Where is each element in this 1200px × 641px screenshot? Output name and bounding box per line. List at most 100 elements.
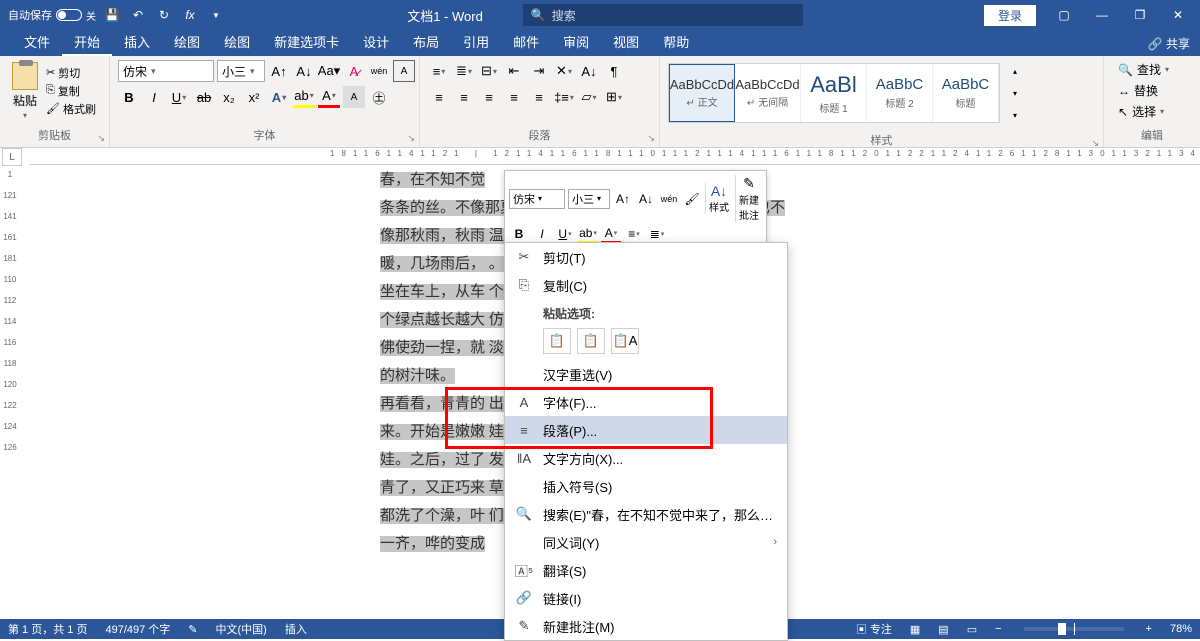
shading-icon[interactable]: ▱: [578, 86, 600, 108]
find-button[interactable]: 🔍查找 ▾: [1118, 61, 1169, 78]
tab-home[interactable]: 开始: [62, 30, 112, 56]
cm-translate[interactable]: 🄰⁵翻译(S): [505, 556, 787, 584]
font-size-combo[interactable]: 小三▾: [217, 60, 265, 82]
mini-styles-button[interactable]: A↓样式: [705, 183, 732, 214]
mini-highlight-icon[interactable]: ab: [578, 224, 598, 244]
align-center-icon[interactable]: ≡: [453, 86, 475, 108]
login-button[interactable]: 登录: [984, 5, 1036, 26]
sb-proofing-icon[interactable]: ✎: [186, 623, 199, 636]
horizontal-ruler[interactable]: 181161141121 | 1211411611811101112111411…: [30, 149, 1200, 165]
italic-icon[interactable]: I: [143, 86, 165, 108]
mini-font-name-combo[interactable]: 仿宋▾: [509, 189, 565, 209]
mini-italic-icon[interactable]: I: [532, 224, 552, 244]
tab-review[interactable]: 审阅: [551, 30, 601, 56]
style-item[interactable]: AaBbC标题 2: [867, 64, 933, 122]
cm-link[interactable]: 🔗链接(I): [505, 584, 787, 612]
font-color-icon[interactable]: A: [318, 86, 340, 108]
highlight-icon[interactable]: ab: [293, 86, 315, 108]
sb-zoom-value[interactable]: 78%: [1168, 623, 1194, 635]
vertical-ruler[interactable]: 1121141161181110112114116118120122124126: [0, 166, 20, 619]
numbering-icon[interactable]: ≣: [453, 60, 475, 82]
cm-search[interactable]: 🔍搜索(E)"春，在不知不觉中来了，那么快。...": [505, 500, 787, 528]
mini-font-color-icon[interactable]: A: [601, 224, 621, 244]
fx-icon[interactable]: fx: [180, 5, 200, 25]
undo-icon[interactable]: ↶: [128, 5, 148, 25]
mini-underline-icon[interactable]: U: [555, 224, 575, 244]
bullets-icon[interactable]: ≡: [428, 60, 450, 82]
cm-paragraph[interactable]: ≡段落(P)...: [505, 416, 787, 444]
ruler-tab-selector[interactable]: L: [2, 148, 22, 166]
format-painter-button[interactable]: 🖌格式刷: [46, 101, 96, 117]
sb-lang[interactable]: 中文(中国): [214, 621, 269, 637]
cm-font[interactable]: A字体(F)...: [505, 388, 787, 416]
styles-scroll-down-icon[interactable]: ▾: [1004, 82, 1026, 104]
cm-text-direction[interactable]: ‖A文字方向(X)...: [505, 444, 787, 472]
tab-design[interactable]: 设计: [351, 30, 401, 56]
align-distribute-icon[interactable]: ≡: [528, 86, 550, 108]
clipboard-launcher-icon[interactable]: ↘: [97, 133, 105, 144]
cm-paste-keep-source[interactable]: 📋: [543, 328, 571, 354]
cm-insert-symbol[interactable]: 插入符号(S): [505, 472, 787, 500]
style-item[interactable]: AaBbCcDd↵ 正文: [669, 64, 735, 122]
underline-icon[interactable]: U: [168, 86, 190, 108]
strike-icon[interactable]: ab: [193, 86, 215, 108]
phonetic-icon[interactable]: wén: [368, 60, 390, 82]
font-name-combo[interactable]: 仿宋▾: [118, 60, 214, 82]
copy-button[interactable]: ⎘复制: [46, 83, 96, 99]
clear-format-icon[interactable]: A̷: [343, 60, 365, 82]
cm-hanja[interactable]: 汉字重选(V): [505, 360, 787, 388]
style-item[interactable]: AaBl标题 1: [801, 64, 867, 122]
mini-shrink-font-icon[interactable]: A↓: [636, 189, 656, 209]
subscript-icon[interactable]: x₂: [218, 86, 240, 108]
paste-button[interactable]: 粘贴 ▾: [8, 62, 42, 120]
tab-file[interactable]: 文件: [12, 30, 62, 56]
mini-bold-icon[interactable]: B: [509, 224, 529, 244]
styles-scroll-up-icon[interactable]: ▴: [1004, 60, 1026, 82]
mini-phonetic-icon[interactable]: wén: [659, 189, 679, 209]
asian-layout-icon[interactable]: ✕: [553, 60, 575, 82]
multilevel-icon[interactable]: ⊟: [478, 60, 500, 82]
styles-expand-icon[interactable]: ▾: [1004, 104, 1026, 126]
cm-paste-merge[interactable]: 📋: [577, 328, 605, 354]
mini-bullets-icon[interactable]: ≡: [624, 224, 644, 244]
maximize-icon[interactable]: ❐: [1122, 1, 1158, 29]
sb-web-layout-icon[interactable]: ▭: [965, 623, 979, 636]
minimize-icon[interactable]: —: [1084, 1, 1120, 29]
sb-page[interactable]: 第 1 页，共 1 页: [6, 621, 89, 637]
mini-grow-font-icon[interactable]: A↑: [613, 189, 633, 209]
close-icon[interactable]: ✕: [1160, 1, 1196, 29]
style-item[interactable]: AaBbCcDd↵ 无间隔: [735, 64, 801, 122]
align-justify-icon[interactable]: ≡: [503, 86, 525, 108]
search-box[interactable]: 🔍 搜索: [523, 4, 803, 26]
cm-synonyms[interactable]: 同义词(Y)›: [505, 528, 787, 556]
sb-zoom-in-icon[interactable]: +: [1144, 623, 1154, 635]
sb-mode[interactable]: 插入: [283, 621, 309, 637]
cm-cut[interactable]: ✂剪切(T): [505, 243, 787, 271]
align-right-icon[interactable]: ≡: [478, 86, 500, 108]
mini-font-size-combo[interactable]: 小三▾: [568, 189, 610, 209]
tab-help[interactable]: 帮助: [651, 30, 701, 56]
style-item[interactable]: AaBbC标题: [933, 64, 999, 122]
bold-icon[interactable]: B: [118, 86, 140, 108]
sb-focus[interactable]: ▣ 专注: [854, 621, 894, 637]
mini-format-painter-icon[interactable]: 🖌: [682, 189, 702, 209]
tab-draw[interactable]: 绘图: [162, 30, 212, 56]
mini-numbering-icon[interactable]: ≣: [647, 224, 667, 244]
indent-dec-icon[interactable]: ⇤: [503, 60, 525, 82]
replace-button[interactable]: ↔替换: [1118, 82, 1169, 99]
align-left-icon[interactable]: ≡: [428, 86, 450, 108]
styles-gallery[interactable]: AaBbCcDd↵ 正文AaBbCcDd↵ 无间隔AaBl标题 1AaBbC标题…: [668, 63, 1000, 123]
cm-paste-text-only[interactable]: 📋A: [611, 328, 639, 354]
qat-customize-icon[interactable]: ▼: [206, 5, 226, 25]
paragraph-launcher-icon[interactable]: ↘: [647, 133, 655, 144]
grow-font-icon[interactable]: A↑: [268, 60, 290, 82]
font-launcher-icon[interactable]: ↘: [407, 133, 415, 144]
enclose-char-icon[interactable]: ㊏: [368, 86, 390, 108]
shrink-font-icon[interactable]: A↓: [293, 60, 315, 82]
sb-print-layout-icon[interactable]: ▤: [936, 623, 950, 636]
tab-view[interactable]: 视图: [601, 30, 651, 56]
show-marks-icon[interactable]: ¶: [603, 60, 625, 82]
styles-launcher-icon[interactable]: ↘: [1091, 138, 1099, 149]
tab-mailings[interactable]: 邮件: [501, 30, 551, 56]
line-spacing-icon[interactable]: ‡≡: [553, 86, 575, 108]
